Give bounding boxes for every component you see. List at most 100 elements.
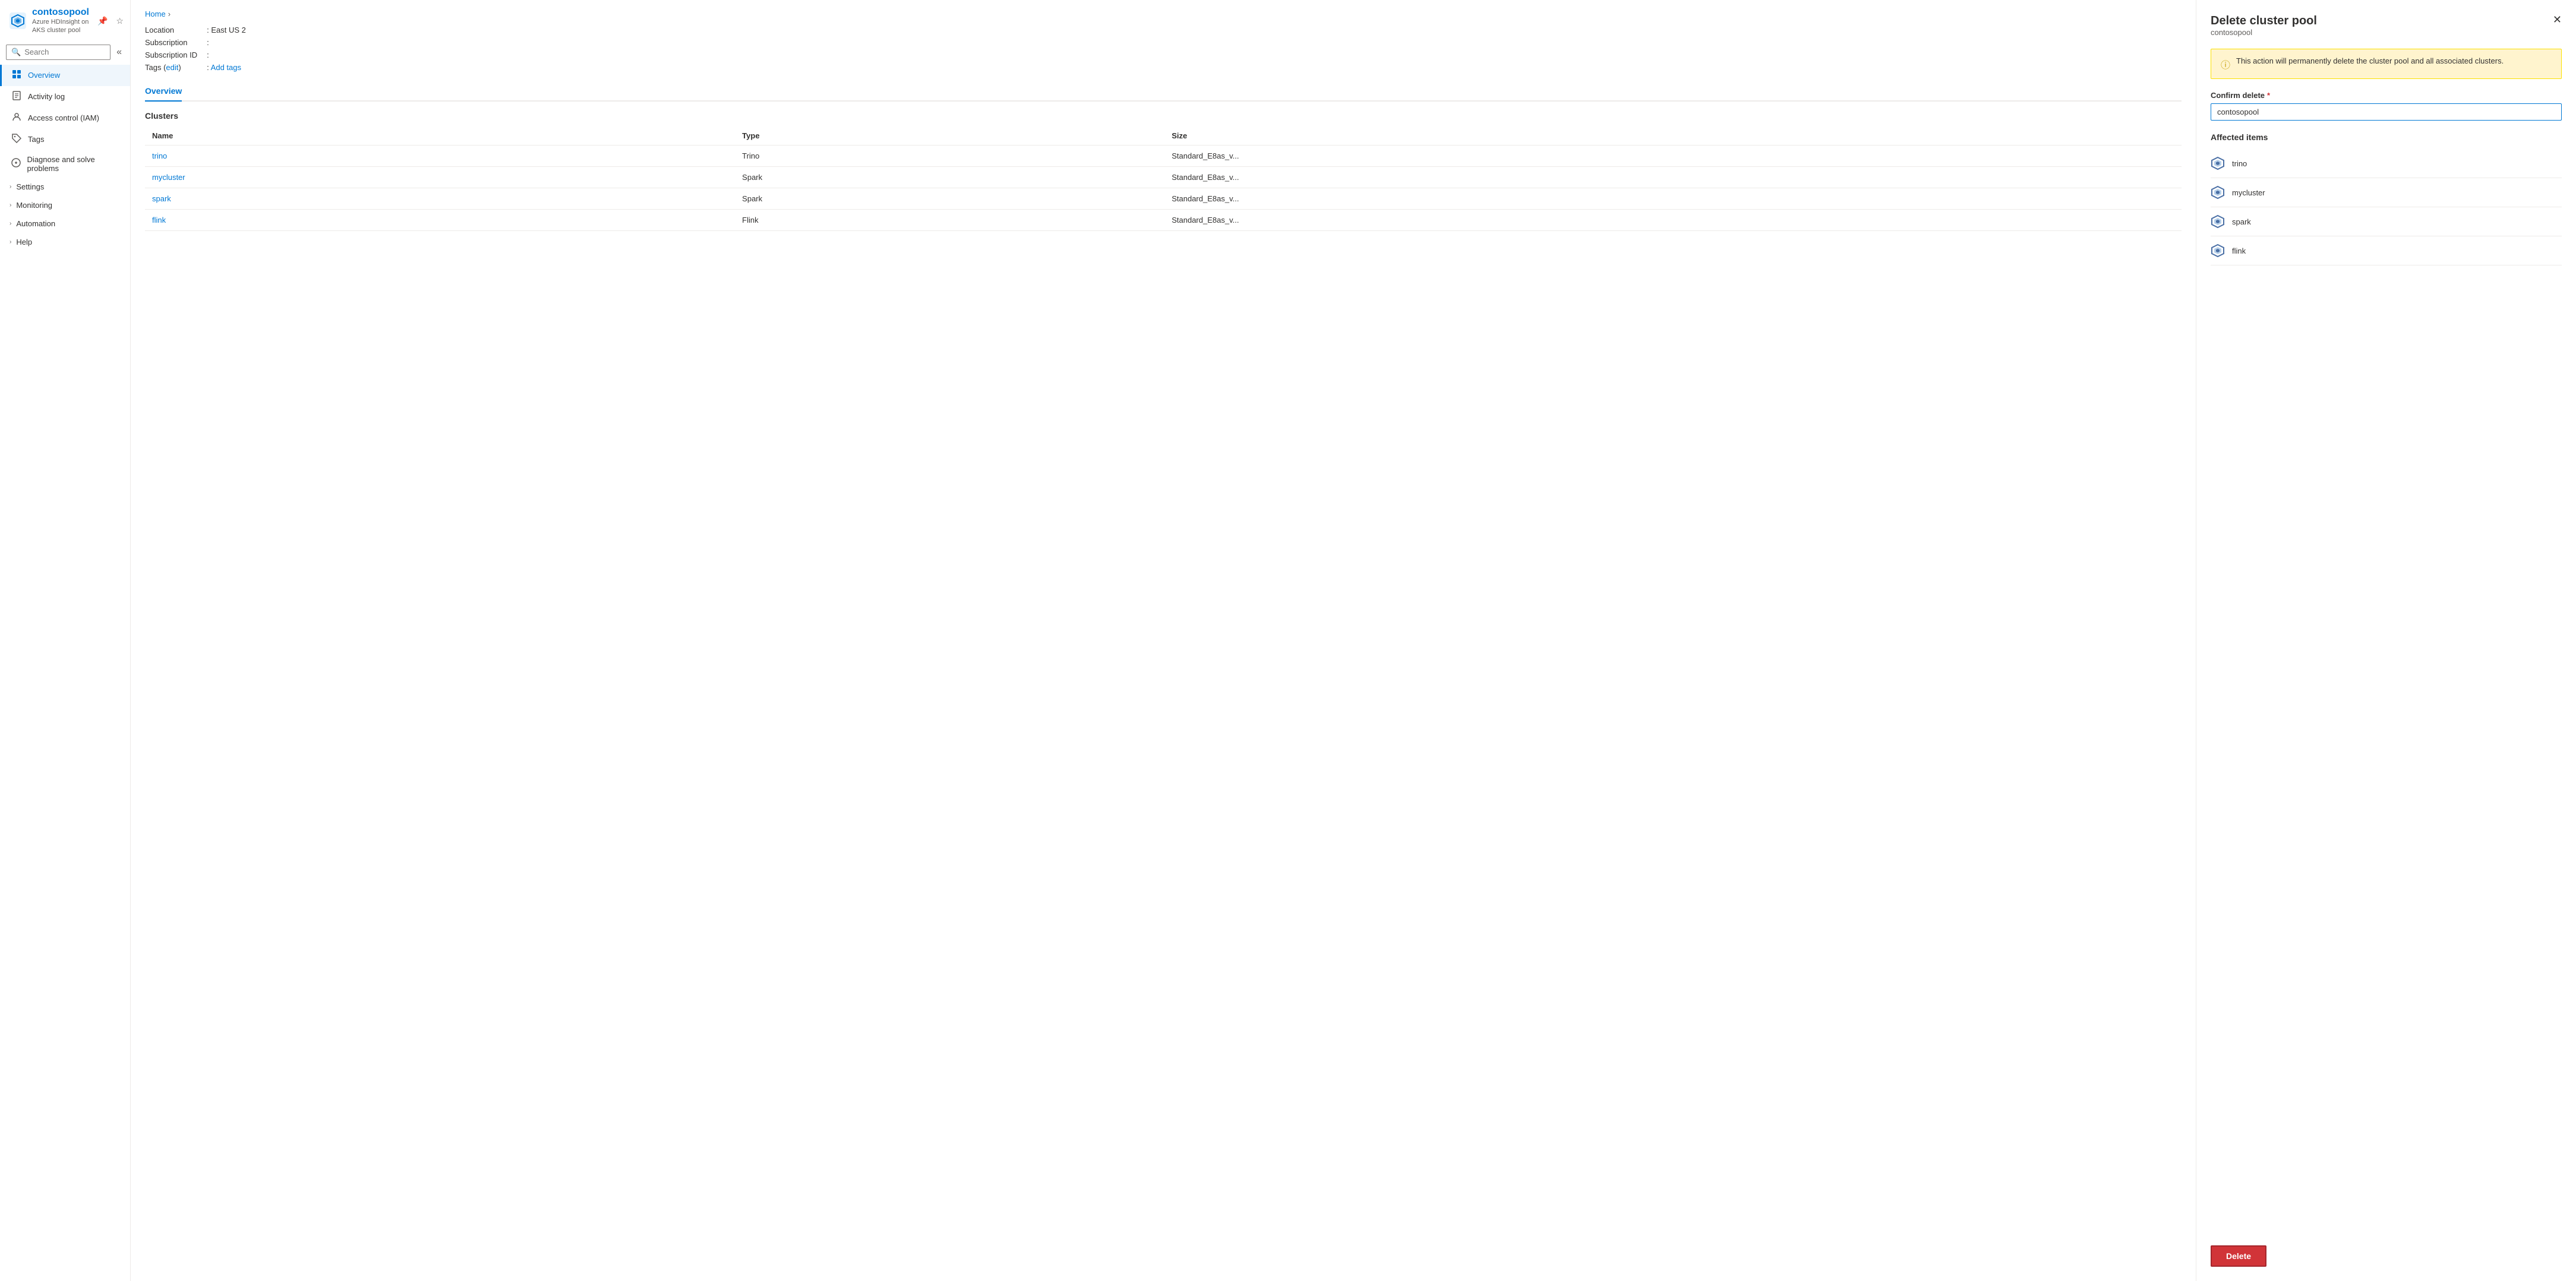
sidebar-item-label: Automation [16,219,55,228]
cluster-size-cell: Standard_E8as_v... [1164,188,2182,210]
affected-item-name: mycluster [2232,188,2265,197]
app-name: contosopool [32,7,89,18]
app-title-group: contosopool Azure HDInsight on AKS clust… [32,7,89,35]
sidebar-item-diagnose[interactable]: Diagnose and solve problems [0,150,130,178]
pin-button[interactable]: 📌 [95,15,110,27]
col-type: Type [735,126,1164,146]
tags-label: Tags (edit) [145,63,197,72]
cluster-name-cell: mycluster [145,167,735,188]
close-panel-button[interactable]: ✕ [2553,14,2562,25]
col-name: Name [145,126,735,146]
tags-edit-link[interactable]: edit [166,63,178,72]
cluster-name-cell: trino [145,146,735,167]
warning-text: This action will permanently delete the … [2236,56,2504,65]
main-content: Home › Location : East US 2 Subscription… [131,0,2196,1281]
cluster-name-link[interactable]: mycluster [152,173,185,182]
search-icon: 🔍 [11,48,21,57]
clusters-table: Name Type Size trino Trino Standard_E8as… [145,126,2182,231]
sidebar-nav: Overview Activity log Access control (IA… [0,65,130,251]
expand-icon: › [10,202,11,208]
sidebar-item-label: Diagnose and solve problems [27,155,121,173]
affected-item: mycluster [2211,178,2562,207]
sidebar-item-label: Help [16,238,32,246]
expand-icon: › [10,220,11,227]
cluster-type-cell: Spark [735,188,1164,210]
sidebar-item-label: Settings [16,182,44,191]
cluster-icon [2211,156,2225,170]
table-row: flink Flink Standard_E8as_v... [145,210,2182,231]
affected-items-title: Affected items [2211,132,2562,142]
affected-item-name: spark [2232,217,2251,226]
cluster-type-cell: Flink [735,210,1164,231]
breadcrumb-home[interactable]: Home [145,10,166,18]
sidebar-header: contosopool Azure HDInsight on AKS clust… [0,0,130,40]
cluster-size-cell: Standard_E8as_v... [1164,210,2182,231]
affected-item: trino [2211,149,2562,178]
tags-value: : Add tags [207,63,2182,72]
affected-item-name: trino [2232,159,2247,168]
affected-items-list: trino mycluster spark flink [2211,149,2562,265]
app-icon [10,12,26,29]
sidebar: contosopool Azure HDInsight on AKS clust… [0,0,131,1281]
required-indicator: * [2267,91,2270,100]
cluster-name-link[interactable]: spark [152,194,171,203]
location-label: Location [145,26,197,34]
sidebar-item-tags[interactable]: Tags [0,129,130,150]
search-input[interactable] [24,48,105,56]
cluster-name-link[interactable]: flink [152,216,166,224]
warning-icon: ⓘ [2221,57,2230,71]
affected-item: flink [2211,236,2562,265]
search-box: 🔍 [6,45,111,60]
tab-overview[interactable]: Overview [145,81,182,102]
sidebar-item-label: Monitoring [16,201,52,210]
cluster-size-cell: Standard_E8as_v... [1164,146,2182,167]
cluster-name-cell: spark [145,188,735,210]
expand-icon: › [10,239,11,245]
meta-grid: Location : East US 2 Subscription : Subs… [145,26,2182,72]
cluster-name-link[interactable]: trino [152,151,167,160]
affected-item: spark [2211,207,2562,236]
app-subtitle: Azure HDInsight on AKS cluster pool [32,18,89,35]
panel-footer: Delete [2211,1231,2562,1267]
confirm-label: Confirm delete * [2211,91,2562,100]
confirm-delete-input[interactable] [2211,103,2562,121]
add-tags-link[interactable]: Add tags [211,63,241,72]
overview-icon [11,69,22,81]
sidebar-item-monitoring[interactable]: › Monitoring [0,196,130,214]
table-row: spark Spark Standard_E8as_v... [145,188,2182,210]
table-row: mycluster Spark Standard_E8as_v... [145,167,2182,188]
panel-title: Delete cluster pool [2211,14,2317,28]
cluster-icon [2211,214,2225,229]
sidebar-item-label: Overview [28,71,60,80]
table-row: trino Trino Standard_E8as_v... [145,146,2182,167]
section-tabs: Overview [145,81,2182,102]
location-value: : East US 2 [207,26,2182,34]
search-container: 🔍 « [0,40,130,65]
col-size: Size [1164,126,2182,146]
sidebar-item-help[interactable]: › Help [0,233,130,251]
delete-button[interactable]: Delete [2211,1245,2266,1267]
breadcrumb: Home › [145,10,2182,18]
subscription-value: : [207,38,2182,47]
sidebar-item-label: Activity log [28,92,65,101]
sidebar-item-access-control[interactable]: Access control (IAM) [0,107,130,129]
expand-icon: › [10,184,11,190]
sidebar-item-settings[interactable]: › Settings [0,178,130,196]
sidebar-item-overview[interactable]: Overview [0,65,130,86]
collapse-sidebar-button[interactable]: « [114,46,124,59]
cluster-size-cell: Standard_E8as_v... [1164,167,2182,188]
activity-log-icon [11,91,22,103]
sidebar-item-label: Access control (IAM) [28,113,99,122]
affected-item-name: flink [2232,246,2246,255]
sidebar-item-activity-log[interactable]: Activity log [0,86,130,107]
sidebar-item-automation[interactable]: › Automation [0,214,130,233]
title-actions: 📌 ☆ ··· [95,15,131,27]
warning-box: ⓘ This action will permanently delete th… [2211,49,2562,79]
cluster-type-cell: Trino [735,146,1164,167]
panel-title-group: Delete cluster pool contosopool [2211,14,2317,46]
breadcrumb-chevron: › [168,10,171,18]
cluster-type-cell: Spark [735,167,1164,188]
cluster-name-cell: flink [145,210,735,231]
panel-header: Delete cluster pool contosopool ✕ [2211,14,2562,46]
star-button[interactable]: ☆ [113,15,126,27]
